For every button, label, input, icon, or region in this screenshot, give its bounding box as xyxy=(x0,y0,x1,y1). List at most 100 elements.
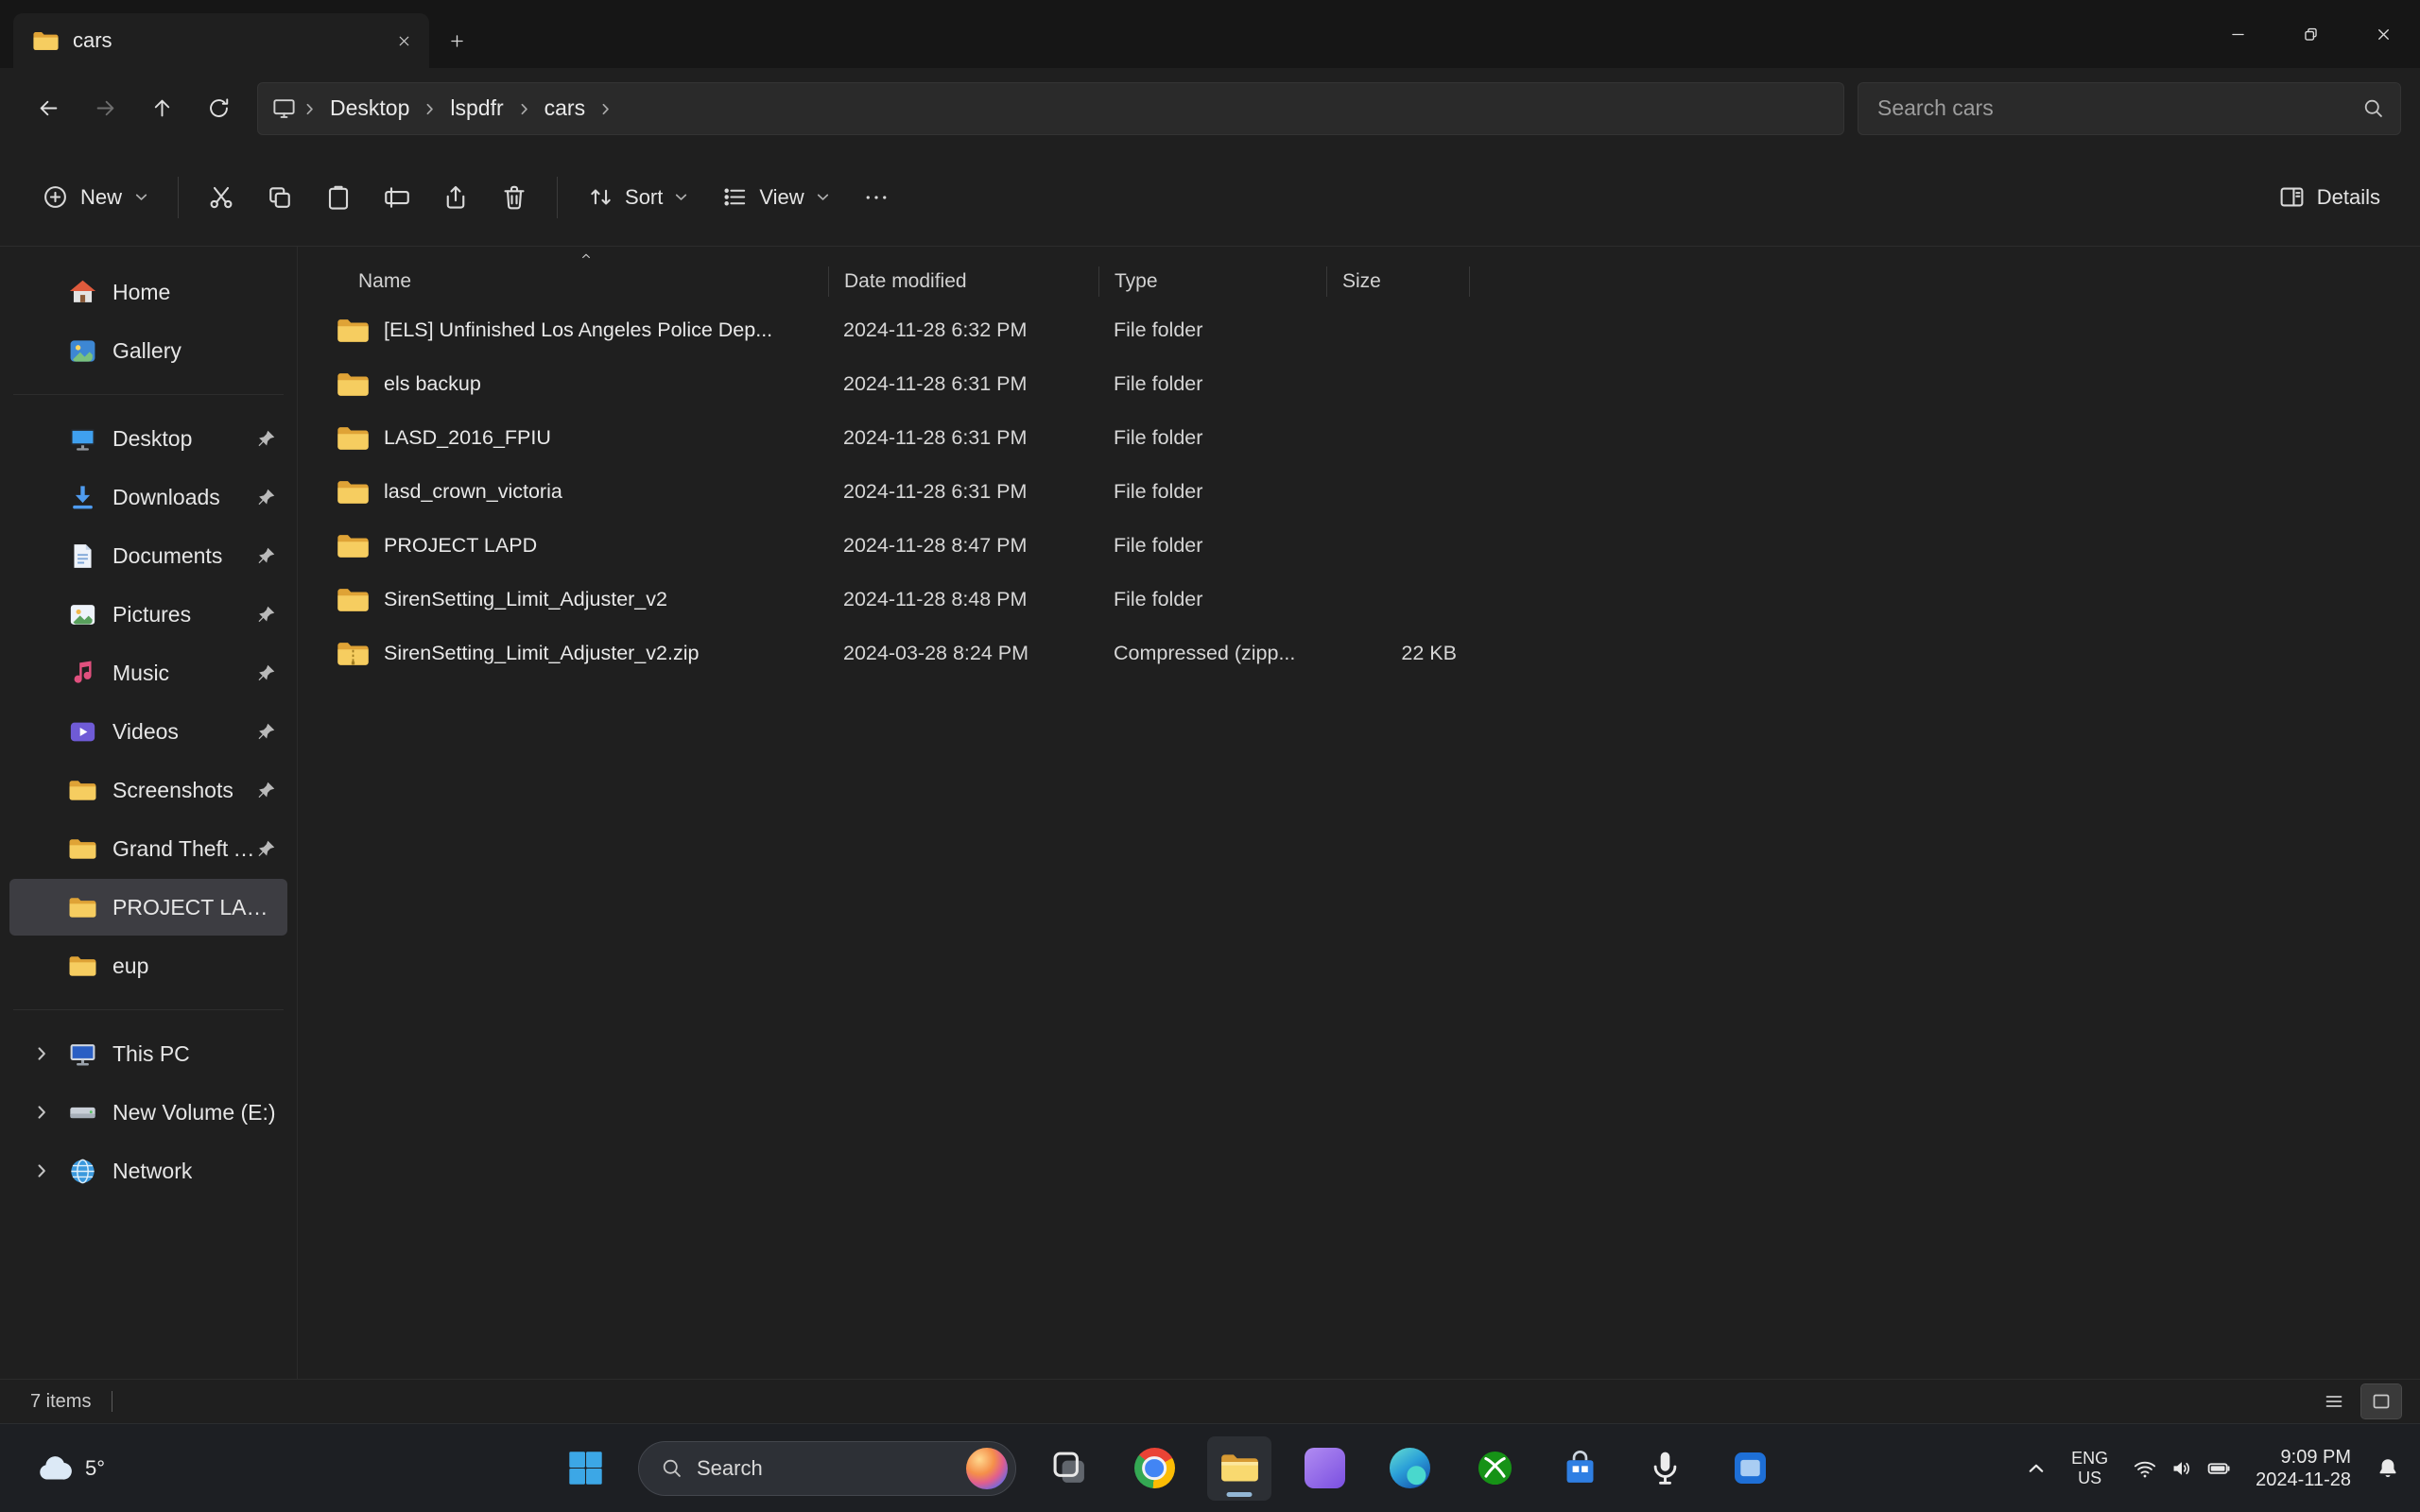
maximize-restore-button[interactable] xyxy=(2274,0,2347,68)
sidebar-item-gallery[interactable]: Gallery xyxy=(9,322,287,379)
copy-button[interactable] xyxy=(252,170,307,225)
tray-overflow-button[interactable] xyxy=(2017,1440,2055,1497)
column-header-size[interactable]: Size xyxy=(1326,266,1470,297)
pin-icon xyxy=(256,722,276,742)
breadcrumb[interactable]: Desktop lspdfr cars xyxy=(257,82,1844,135)
breadcrumb-item-desktop[interactable]: Desktop xyxy=(319,91,421,126)
folder-icon xyxy=(336,586,371,614)
file-row-els-unfinished-los-angeles-police-dep[interactable]: [ELS] Unfinished Los Angeles Police Dep.… xyxy=(313,303,2420,357)
details-view-toggle[interactable] xyxy=(2314,1384,2354,1418)
taskbar-task-view-button[interactable] xyxy=(1037,1436,1101,1501)
sidebar-item-documents[interactable]: Documents xyxy=(9,527,287,584)
sidebar-item-desktop[interactable]: Desktop xyxy=(9,410,287,467)
column-header-date-modified[interactable]: Date modified xyxy=(828,266,1098,297)
clock[interactable]: 9:09 PM 2024-11-28 xyxy=(2247,1440,2360,1497)
rename-icon xyxy=(383,183,411,212)
folder-icon xyxy=(68,893,97,922)
close-window-button[interactable] xyxy=(2347,0,2420,68)
cut-button[interactable] xyxy=(194,170,249,225)
pin-icon xyxy=(256,839,276,859)
view-list-icon xyxy=(721,183,749,211)
file-row-project-lapd[interactable]: PROJECT LAPD2024-11-28 8:47 PMFile folde… xyxy=(313,519,2420,573)
forward-button[interactable] xyxy=(79,83,130,134)
taskbar-xbox-button[interactable] xyxy=(1462,1436,1527,1501)
file-row-sirensetting-limit-adjuster-v2-zip[interactable]: SirenSetting_Limit_Adjuster_v2.zip2024-0… xyxy=(313,627,2420,680)
folder-icon xyxy=(336,478,371,507)
language-indicator[interactable]: ENG US xyxy=(2063,1440,2117,1497)
status-bar: 7 items xyxy=(0,1379,2420,1423)
weather-widget[interactable]: 5° xyxy=(19,1435,118,1503)
search-box[interactable] xyxy=(1858,82,2401,135)
minimize-button[interactable] xyxy=(2202,0,2274,68)
tray-status-button[interactable] xyxy=(2124,1440,2239,1497)
details-button[interactable]: Details xyxy=(2265,170,2394,225)
back-button[interactable] xyxy=(23,83,74,134)
navigation-pane: HomeGallery DesktopDownloadsDocumentsPict… xyxy=(0,247,298,1379)
purple-app-icon xyxy=(1305,1448,1345,1488)
file-explorer-window: cars Desktop lspdfr cars New xyxy=(0,0,2420,1423)
start-button[interactable] xyxy=(553,1436,617,1501)
file-type: File folder xyxy=(1098,480,1326,504)
media-icon xyxy=(1730,1448,1771,1488)
sidebar-item-pictures[interactable]: Pictures xyxy=(9,586,287,643)
explorer-tab[interactable]: cars xyxy=(13,13,429,68)
paste-button[interactable] xyxy=(311,170,366,225)
sidebar-item-screenshots[interactable]: Screenshots xyxy=(9,762,287,818)
sidebar-item-project-lapd[interactable]: PROJECT LAPD xyxy=(9,879,287,936)
chevron-down-icon xyxy=(673,189,689,205)
chevron-up-icon xyxy=(2026,1458,2047,1479)
taskbar-purple-app-button[interactable] xyxy=(1292,1436,1357,1501)
new-tab-button[interactable] xyxy=(437,21,476,60)
view-button[interactable]: View xyxy=(707,170,844,225)
sort-button[interactable]: Sort xyxy=(573,170,703,225)
file-name-cell: [ELS] Unfinished Los Angeles Police Dep.… xyxy=(313,317,828,345)
navigation-bar: Desktop lspdfr cars xyxy=(0,68,2420,148)
large-thumbnails-toggle[interactable] xyxy=(2361,1384,2401,1418)
share-button[interactable] xyxy=(428,170,483,225)
minimize-icon xyxy=(2229,26,2247,43)
download-icon xyxy=(68,483,97,512)
sidebar-item-new-volume-e[interactable]: New Volume (E:) xyxy=(9,1084,287,1141)
delete-button[interactable] xyxy=(487,170,542,225)
new-button[interactable]: New xyxy=(26,169,164,226)
plus-circle-icon xyxy=(42,183,69,211)
sidebar-item-grand-theft-auto[interactable]: Grand Theft Auto xyxy=(9,820,287,877)
column-header-type[interactable]: Type xyxy=(1098,266,1326,297)
sidebar-item-this-pc[interactable]: This PC xyxy=(9,1025,287,1082)
sidebar-item-eup[interactable]: eup xyxy=(9,937,287,994)
drive-icon xyxy=(68,1098,97,1127)
close-icon xyxy=(2375,26,2393,43)
forward-icon xyxy=(93,95,118,121)
taskbar-microsoft-store-button[interactable] xyxy=(1547,1436,1612,1501)
file-row-sirensetting-limit-adjuster-v2[interactable]: SirenSetting_Limit_Adjuster_v22024-11-28… xyxy=(313,573,2420,627)
column-header-name[interactable]: Name xyxy=(313,266,828,297)
file-row-lasd-crown-victoria[interactable]: lasd_crown_victoria2024-11-28 6:31 PMFil… xyxy=(313,465,2420,519)
breadcrumb-item-cars[interactable]: cars xyxy=(533,91,596,126)
taskbar-search-box[interactable]: Search xyxy=(638,1441,1016,1496)
taskbar-file-explorer-button[interactable] xyxy=(1207,1436,1271,1501)
more-options-button[interactable] xyxy=(849,170,904,225)
file-name: lasd_crown_victoria xyxy=(384,480,562,504)
file-row-lasd-2016-fpiu[interactable]: LASD_2016_FPIU2024-11-28 6:31 PMFile fol… xyxy=(313,411,2420,465)
up-button[interactable] xyxy=(136,83,187,134)
chrome-icon xyxy=(1134,1448,1175,1488)
pin-icon xyxy=(256,781,276,800)
search-input[interactable] xyxy=(1877,95,2350,121)
sidebar-item-videos[interactable]: Videos xyxy=(9,703,287,760)
file-row-els-backup[interactable]: els backup2024-11-28 6:31 PMFile folder xyxy=(313,357,2420,411)
notification-button[interactable] xyxy=(2367,1440,2409,1497)
taskbar-chrome-button[interactable] xyxy=(1122,1436,1186,1501)
sidebar-item-home[interactable]: Home xyxy=(9,264,287,320)
picture-icon xyxy=(68,600,97,629)
taskbar-edge-button[interactable] xyxy=(1377,1436,1442,1501)
taskbar-media-app-button[interactable] xyxy=(1718,1436,1782,1501)
breadcrumb-item-lspdfr[interactable]: lspdfr xyxy=(439,91,514,126)
sidebar-item-music[interactable]: Music xyxy=(9,644,287,701)
sidebar-item-downloads[interactable]: Downloads xyxy=(9,469,287,525)
tab-close-button[interactable] xyxy=(386,23,422,59)
refresh-button[interactable] xyxy=(193,83,244,134)
taskbar-voice-app-button[interactable] xyxy=(1633,1436,1697,1501)
sidebar-item-network[interactable]: Network xyxy=(9,1143,287,1199)
desktop-location-icon xyxy=(271,95,297,121)
rename-button[interactable] xyxy=(370,170,424,225)
